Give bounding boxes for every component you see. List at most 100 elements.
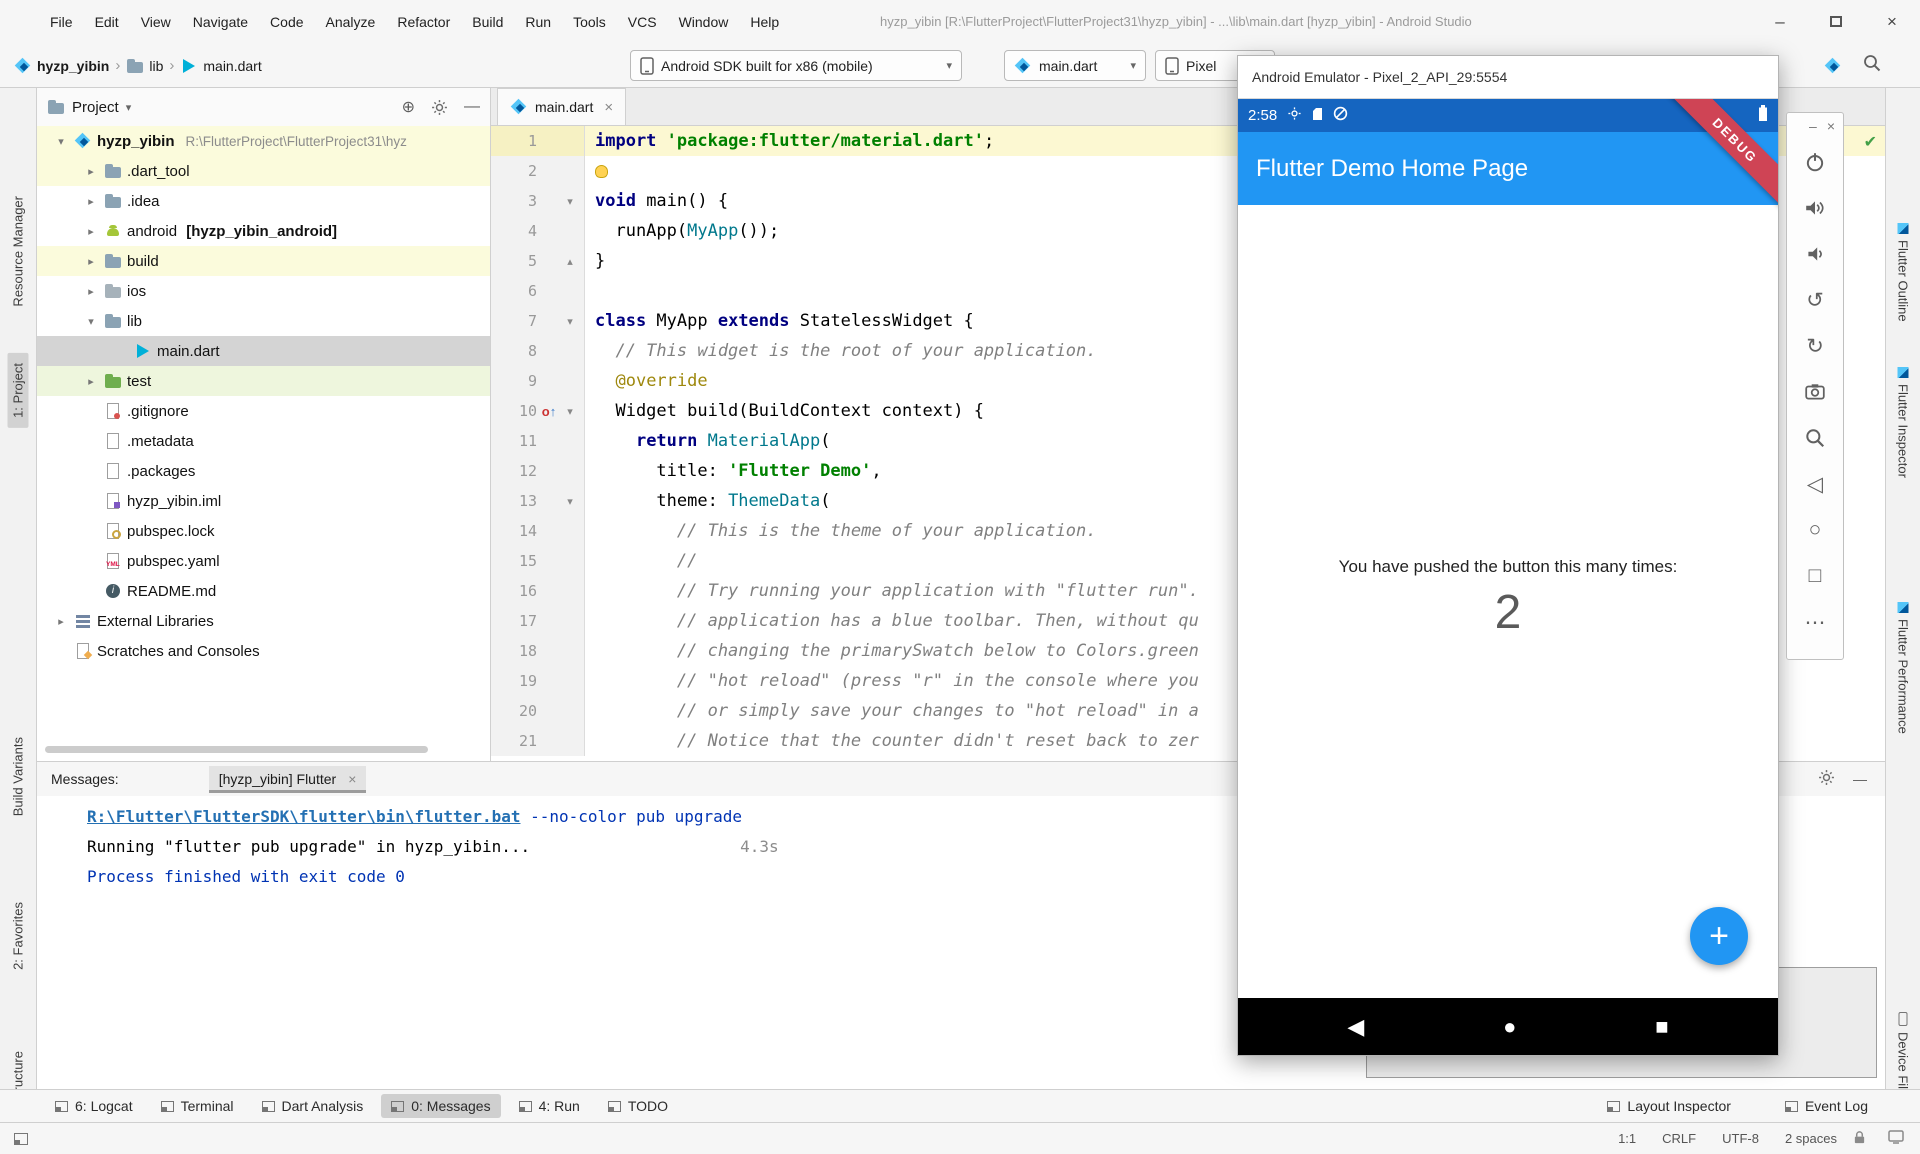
menu-view[interactable]: View [131, 9, 181, 35]
search-icon[interactable] [1862, 53, 1882, 78]
emulator-back-icon[interactable]: ◁ [1787, 461, 1843, 507]
android-home-icon[interactable]: ● [1503, 1014, 1516, 1040]
minimize-icon[interactable]: – [1752, 0, 1808, 43]
toolwindow-4-run[interactable]: 4: Run [509, 1094, 590, 1118]
hide-panel-icon[interactable]: — [464, 98, 480, 116]
emulator-volume-down-icon[interactable] [1787, 231, 1843, 277]
emulator-toolbar-minimize-icon[interactable]: – [1809, 118, 1817, 134]
menu-navigate[interactable]: Navigate [183, 9, 258, 35]
toolwindow-6-logcat[interactable]: 6: Logcat [45, 1094, 143, 1118]
emulator-rotate-right-icon[interactable]: ↻ [1787, 323, 1843, 369]
emulator-overview-icon[interactable]: □ [1787, 553, 1843, 599]
tree-item-idea[interactable]: ▸.idea [37, 186, 490, 216]
stripe-flutter-outline[interactable]: Flutter Outline [1896, 223, 1911, 322]
menu-code[interactable]: Code [260, 9, 313, 35]
status-utf-8[interactable]: UTF-8 [1722, 1131, 1759, 1146]
tree-item-gitignore[interactable]: .gitignore [37, 396, 490, 426]
chevron-down-icon[interactable]: ▾ [126, 101, 132, 114]
android-overview-icon[interactable]: ■ [1655, 1014, 1668, 1040]
menu-tools[interactable]: Tools [563, 9, 616, 35]
emulator-toolbar-close-icon[interactable]: × [1827, 118, 1835, 134]
breadcrumb-main-dart[interactable]: main.dart [180, 57, 261, 75]
menu-help[interactable]: Help [740, 9, 789, 35]
stripe-flutter-performance[interactable]: Flutter Performance [1896, 602, 1911, 734]
expand-arrow-icon[interactable]: ▸ [83, 285, 99, 298]
toolwindow-terminal[interactable]: Terminal [151, 1094, 244, 1118]
emulator-titlebar[interactable]: Android Emulator - Pixel_2_API_29:5554 [1238, 56, 1778, 99]
expand-arrow-icon[interactable]: ▸ [83, 165, 99, 178]
locate-file-icon[interactable]: ⊕ [402, 97, 415, 117]
expand-arrow-icon[interactable]: ▸ [83, 195, 99, 208]
tree-item-pubspec-yaml[interactable]: pubspec.yaml [37, 546, 490, 576]
menu-analyze[interactable]: Analyze [316, 9, 386, 35]
tree-item-lib[interactable]: ▾lib [37, 306, 490, 336]
emulator-zoom-icon[interactable] [1787, 415, 1843, 461]
breadcrumb-hyzp-yibin[interactable]: hyzp_yibin [14, 57, 109, 75]
tree-item-hyzp-yibin[interactable]: ▾hyzp_yibinR:\FlutterProject\FlutterProj… [37, 126, 490, 156]
fold-icon[interactable]: ▴ [561, 255, 579, 268]
fold-icon[interactable]: ▾ [561, 405, 579, 418]
tree-item-scratches-and-consoles[interactable]: Scratches and Consoles [37, 636, 490, 666]
toolwindow-event-log[interactable]: Event Log [1775, 1094, 1878, 1118]
readonly-lock-icon[interactable] [1853, 1130, 1866, 1148]
emulator-home-icon[interactable]: ○ [1787, 507, 1843, 553]
inspection-ok-icon[interactable]: ✔ [1864, 132, 1877, 152]
menu-refactor[interactable]: Refactor [387, 9, 460, 35]
tree-item-dart-tool[interactable]: ▸.dart_tool [37, 156, 490, 186]
expand-arrow-icon[interactable]: ▸ [83, 255, 99, 268]
status-1-1[interactable]: 1:1 [1618, 1131, 1636, 1146]
stripe-2-favorites[interactable]: 2: Favorites [11, 902, 26, 970]
device-selector[interactable]: Android SDK built for x86 (mobile) ▾ [630, 50, 962, 81]
tree-item-packages[interactable]: .packages [37, 456, 490, 486]
expand-arrow-icon[interactable]: ▸ [53, 615, 69, 628]
intention-bulb-icon[interactable] [595, 165, 608, 178]
menu-run[interactable]: Run [515, 9, 561, 35]
tree-item-test[interactable]: ▸test [37, 366, 490, 396]
tree-item-readme-md[interactable]: README.md [37, 576, 490, 606]
hide-panel-icon[interactable]: — [1853, 771, 1867, 787]
settings-gear-icon[interactable] [431, 99, 448, 116]
android-back-icon[interactable]: ◀ [1347, 1014, 1364, 1040]
emulator-more-icon[interactable]: ⋯ [1787, 599, 1843, 645]
notifications-icon[interactable] [1888, 1130, 1904, 1147]
toolwindow-0-messages[interactable]: 0: Messages [381, 1094, 500, 1118]
emulator-volume-up-icon[interactable] [1787, 185, 1843, 231]
fold-icon[interactable]: ▾ [561, 195, 579, 208]
menu-window[interactable]: Window [669, 9, 739, 35]
toolwindow-layout-inspector[interactable]: Layout Inspector [1597, 1094, 1741, 1118]
tree-item-pubspec-lock[interactable]: pubspec.lock [37, 516, 490, 546]
menu-file[interactable]: File [40, 9, 83, 35]
close-tab-icon[interactable]: × [604, 99, 613, 116]
tree-item-external-libraries[interactable]: ▸External Libraries [37, 606, 490, 636]
editor-tab-main-dart[interactable]: main.dart × [497, 88, 626, 125]
expand-arrow-icon[interactable]: ▸ [83, 375, 99, 388]
project-view-selector[interactable]: Project [72, 99, 119, 116]
stripe-1-project[interactable]: 1: Project [8, 353, 29, 428]
maximize-icon[interactable] [1808, 0, 1864, 43]
status-2-spaces[interactable]: 2 spaces [1785, 1131, 1837, 1146]
override-marker-icon[interactable]: o↑ [542, 404, 556, 419]
tree-item-hyzp-yibin-iml[interactable]: hyzp_yibin.iml [37, 486, 490, 516]
stripe-resource-manager[interactable]: Resource Manager [11, 196, 26, 307]
fab-button[interactable]: + [1690, 907, 1748, 965]
settings-gear-icon[interactable] [1818, 769, 1835, 789]
stripe-flutter-inspector[interactable]: Flutter Inspector [1896, 367, 1911, 478]
breadcrumb-lib[interactable]: lib [126, 57, 163, 75]
run-config-selector[interactable]: main.dart ▾ [1004, 50, 1146, 81]
close-tab-icon[interactable]: × [348, 771, 356, 787]
expand-arrow-icon[interactable]: ▾ [83, 315, 99, 328]
flutter-attach-icon[interactable] [1824, 57, 1842, 75]
menu-build[interactable]: Build [462, 9, 513, 35]
expand-arrow-icon[interactable]: ▸ [83, 225, 99, 238]
menu-edit[interactable]: Edit [85, 9, 129, 35]
menu-vcs[interactable]: VCS [618, 9, 667, 35]
fold-icon[interactable]: ▾ [561, 315, 579, 328]
tree-item-ios[interactable]: ▸ios [37, 276, 490, 306]
stripe-build-variants[interactable]: Build Variants [11, 737, 26, 816]
emulator-screenshot-icon[interactable] [1787, 369, 1843, 415]
tree-item-android[interactable]: ▸android [hyzp_yibin_android] [37, 216, 490, 246]
emulator-rotate-left-icon[interactable]: ↺ [1787, 277, 1843, 323]
status-crlf[interactable]: CRLF [1662, 1131, 1696, 1146]
toolwindow-toggle-icon[interactable] [14, 1133, 28, 1145]
tree-item-main-dart[interactable]: main.dart [37, 336, 490, 366]
